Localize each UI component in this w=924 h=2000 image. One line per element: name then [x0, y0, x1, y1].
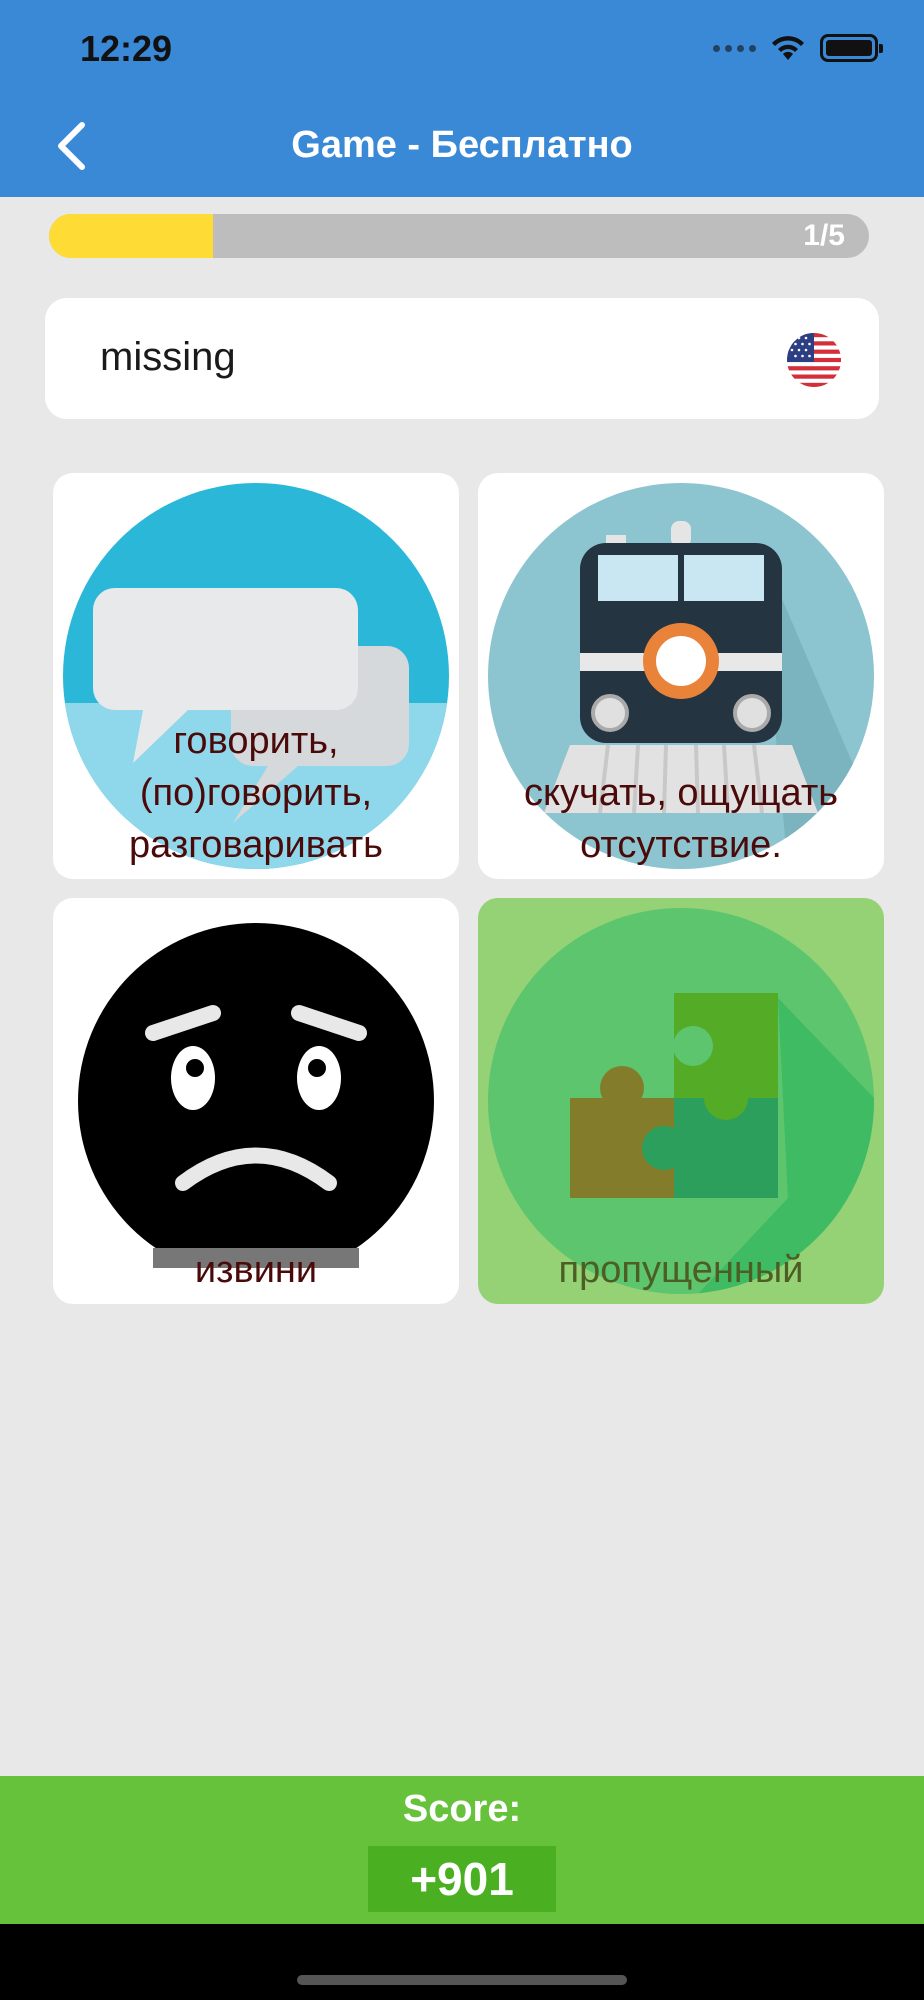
- question-card: missing: [45, 298, 879, 419]
- answer-tile-2[interactable]: скучать, ощущать отсутствие.: [478, 473, 884, 879]
- signal-icon: [713, 44, 756, 52]
- status-time: 12:29: [80, 28, 173, 69]
- battery-icon: [820, 34, 883, 62]
- answer-tile-3[interactable]: извини: [53, 898, 459, 1304]
- question-word: missing: [100, 335, 236, 379]
- score-label: Score:: [402, 1788, 522, 1830]
- us-flag-icon[interactable]: [787, 333, 841, 387]
- answer-label: говорить, (по)говорить, разговаривать: [129, 720, 383, 866]
- wifi-icon: [772, 36, 804, 60]
- puzzle-icon: [488, 908, 874, 1294]
- score-value: +901: [368, 1846, 556, 1912]
- status-icons: [713, 34, 883, 62]
- app-header: 12:29 Game - Бесплатно: [0, 0, 924, 197]
- answer-label: извини: [194, 1249, 318, 1291]
- home-bar-area: [0, 1924, 924, 2000]
- answer-tile-4[interactable]: пропущенный: [478, 898, 884, 1304]
- answer-label: пропущенный: [558, 1249, 804, 1291]
- progress-fill: [49, 214, 213, 258]
- progress-bar: 1/5: [49, 214, 869, 258]
- answer-label: скучать, ощущать отсутствие.: [523, 772, 839, 866]
- progress-label: 1/5: [803, 219, 845, 252]
- home-indicator[interactable]: [297, 1975, 627, 1985]
- page-title: Game - Бесплатно: [291, 124, 633, 166]
- answer-tile-1[interactable]: говорить, (по)говорить, разговаривать: [53, 473, 459, 879]
- sad-face-icon: [63, 923, 449, 1294]
- score-bar: Score: +901: [0, 1776, 924, 1924]
